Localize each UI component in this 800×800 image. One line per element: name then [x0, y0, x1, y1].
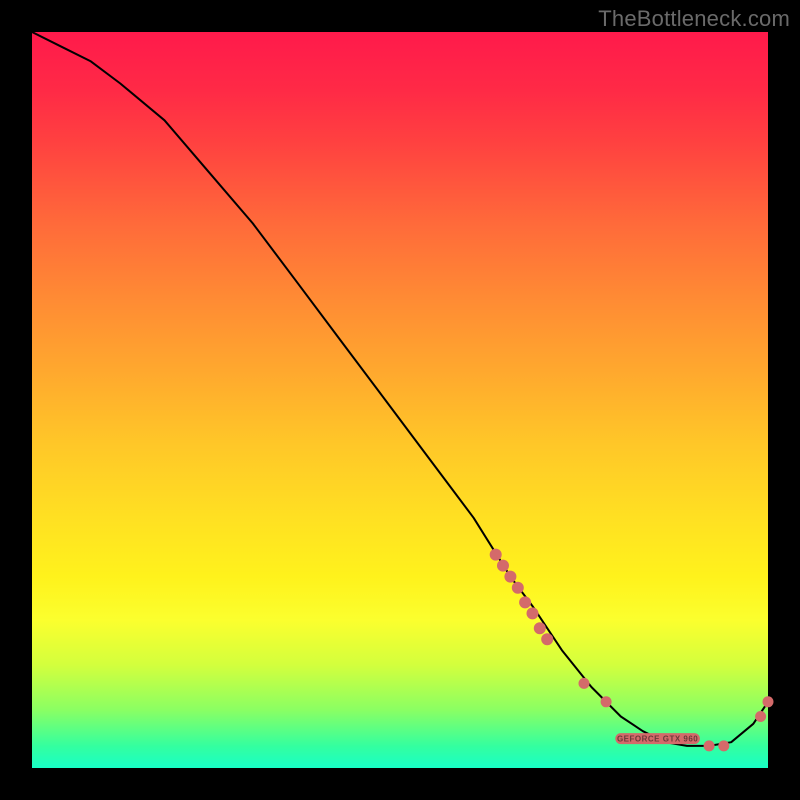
- curve-dot-cluster: [490, 549, 554, 646]
- plot-svg: GEFORCE GTX 960: [32, 32, 768, 768]
- plot-area: GEFORCE GTX 960: [32, 32, 768, 768]
- watermark: TheBottleneck.com: [598, 6, 790, 32]
- svg-text:GEFORCE GTX 960: GEFORCE GTX 960: [617, 735, 698, 744]
- trough-label: GEFORCE GTX 960: [617, 735, 698, 744]
- chart-frame: TheBottleneck.com GEFORCE GTX 960: [0, 0, 800, 800]
- bottleneck-curve: [32, 32, 768, 746]
